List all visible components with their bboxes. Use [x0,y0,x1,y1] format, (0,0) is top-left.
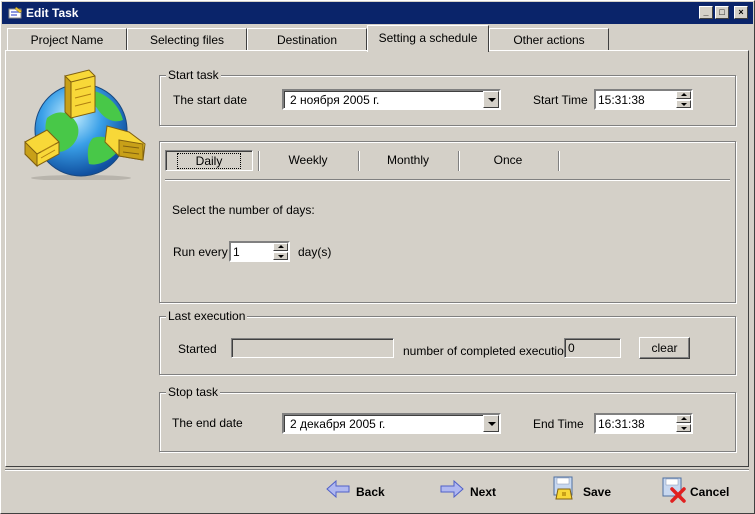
app-icon [8,6,23,19]
back-arrow-icon [326,479,350,499]
days-unit-label: day(s) [298,245,332,259]
save-icon [553,476,573,500]
tab-selecting-files[interactable]: Selecting files [127,28,247,50]
cancel-label: Cancel [690,485,730,499]
start-time-down-icon[interactable] [676,100,691,108]
tab-bar: Project Name Selecting files Destination… [7,25,747,52]
end-time-value: 16:31:38 [598,417,645,431]
subtab-daily-label: Daily [176,153,242,169]
edit-task-window: Edit Task _ □ × Project Name Selecting f… [0,0,755,514]
start-date-value: 2 ноября 2005 г. [290,93,380,107]
save-button[interactable]: Save [552,475,622,509]
back-label: Back [356,485,385,499]
run-every-value: 1 [233,245,240,259]
close-button[interactable]: × [734,6,748,19]
start-time-value: 15:31:38 [598,93,645,107]
title-bar[interactable]: Edit Task _ □ × [2,2,753,24]
subtab-underline [165,179,730,180]
minimize-button[interactable]: _ [699,6,713,19]
subtab-weekly[interactable]: Weekly [259,150,357,171]
end-date-label: The end date [172,416,243,430]
run-every-spinner [273,243,288,260]
cancel-button[interactable]: Cancel [661,475,741,509]
run-every-input[interactable]: 1 [229,241,290,262]
completed-executions-field: 0 [564,338,621,358]
next-arrow-icon [440,479,464,499]
start-task-legend: Start task [166,68,221,82]
window-title: Edit Task [26,6,79,20]
started-field [231,338,394,358]
next-label: Next [470,485,497,499]
stop-task-legend: Stop task [166,385,221,399]
run-every-up-icon[interactable] [273,243,288,251]
start-time-label: Start Time [533,93,588,107]
start-date-picker[interactable]: 2 ноября 2005 г. [282,89,501,110]
end-time-spinner [676,415,691,432]
days-prompt: Select the number of days: [172,203,315,217]
tab-destination[interactable]: Destination [247,28,367,50]
subtab-once[interactable]: Once [459,150,557,171]
globe-files-icon [24,69,146,180]
completed-executions-label: number of completed executions [403,344,577,358]
start-time-spinner [676,91,691,108]
subtab-daily[interactable]: Daily [165,150,253,171]
end-date-picker[interactable]: 2 декабря 2005 г. [282,413,501,434]
back-button[interactable]: Back [325,475,395,509]
footer-separator [5,469,749,470]
started-label: Started [178,342,217,356]
maximize-button[interactable]: □ [715,6,729,19]
subtab-monthly[interactable]: Monthly [359,150,457,171]
start-date-dropdown-icon[interactable] [483,91,499,108]
run-every-down-icon[interactable] [273,252,288,260]
last-execution-legend: Last execution [166,309,248,323]
tab-setting-a-schedule[interactable]: Setting a schedule [367,25,489,52]
run-every-label: Run every [173,245,228,259]
cancel-icon [662,477,686,503]
end-time-input[interactable]: 16:31:38 [594,413,693,434]
start-date-label: The start date [173,93,248,107]
tab-project-name[interactable]: Project Name [7,28,127,50]
clear-button[interactable]: clear [639,337,690,359]
start-time-input[interactable]: 15:31:38 [594,89,693,110]
end-time-up-icon[interactable] [676,415,691,423]
end-date-dropdown-icon[interactable] [483,415,499,432]
end-date-value: 2 декабря 2005 г. [290,417,386,431]
end-time-down-icon[interactable] [676,424,691,432]
tab-other-actions[interactable]: Other actions [489,28,609,50]
next-button[interactable]: Next [439,475,509,509]
subtab-divider [558,151,559,171]
end-time-label: End Time [533,417,584,431]
save-label: Save [583,485,612,499]
completed-executions-value: 0 [568,341,575,355]
start-time-up-icon[interactable] [676,91,691,99]
